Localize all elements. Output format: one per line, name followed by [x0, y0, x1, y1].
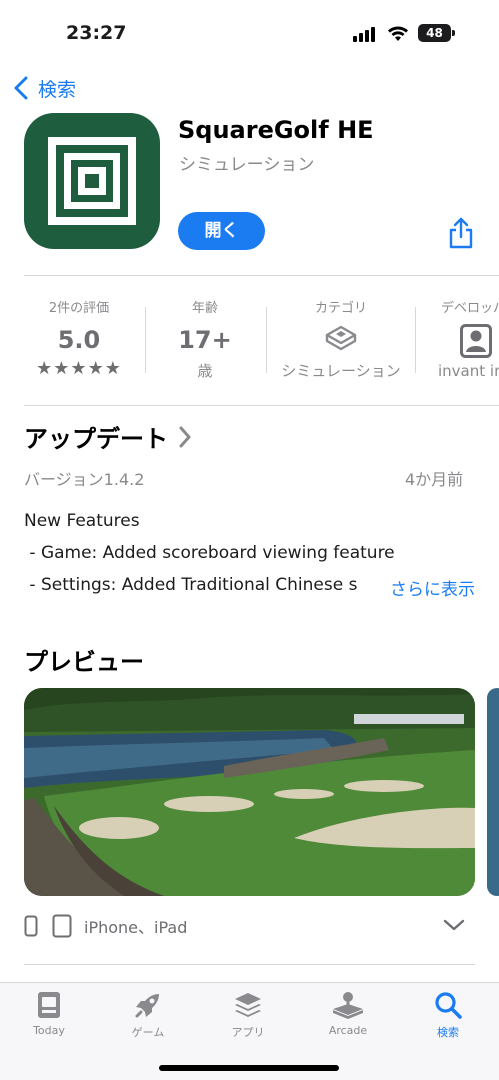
simulation-category-icon — [325, 325, 357, 351]
preview-screenshot-next[interactable] — [487, 688, 499, 896]
tab-label: Today — [33, 1024, 65, 1037]
developer-name: invant inc. — [438, 362, 499, 380]
age-value: 17+ — [178, 326, 232, 354]
ipad-icon — [52, 914, 72, 938]
preview-title: プレビュー — [24, 648, 144, 676]
tab-arcade[interactable]: Arcade — [308, 990, 388, 1037]
battery-tip — [452, 30, 455, 36]
tab-today[interactable]: Today — [9, 990, 89, 1037]
search-icon — [435, 992, 462, 1019]
battery-icon: 48 — [418, 24, 451, 42]
ratings-value: 5.0 — [57, 326, 101, 354]
device-list: iPhone、iPad — [84, 918, 188, 937]
wifi-icon — [388, 26, 408, 41]
tab-games[interactable]: ゲーム — [108, 990, 188, 1040]
joystick-icon — [333, 992, 363, 1019]
column-separator — [145, 307, 146, 373]
divider — [24, 964, 475, 965]
age-info[interactable]: 年齢 17+ 歳 — [155, 297, 255, 381]
preview-screenshot[interactable] — [24, 688, 475, 896]
device-support[interactable]: iPhone、iPad — [24, 912, 187, 940]
person-icon — [460, 324, 492, 358]
tab-label: アプリ — [231, 1026, 265, 1039]
star-rating-icon: ★★★★★ — [36, 358, 122, 379]
age-unit: 歳 — [197, 362, 213, 380]
tab-search[interactable]: 検索 — [408, 990, 488, 1040]
tab-label: ゲーム — [131, 1026, 165, 1039]
chevron-left-icon — [14, 76, 28, 100]
developer-info[interactable]: デベロッパ invant inc. — [424, 297, 499, 380]
rocket-icon — [135, 994, 159, 1018]
ratings-label: 2件の評価 — [48, 301, 110, 316]
share-icon[interactable] — [446, 216, 476, 250]
category-label: カテゴリ — [314, 301, 367, 316]
age-label: 年齢 — [191, 301, 218, 316]
home-indicator — [159, 1065, 339, 1071]
category-value: シミュレーション — [281, 362, 401, 380]
divider — [24, 275, 499, 276]
release-note-line: New Features — [24, 511, 140, 531]
tab-apps[interactable]: アプリ — [208, 990, 288, 1040]
developer-label: デベロッパ — [441, 301, 499, 316]
iphone-icon — [24, 915, 38, 937]
status-time: 23:27 — [66, 22, 127, 44]
back-button[interactable]: 検索 — [14, 74, 76, 102]
version-text: バージョン1.4.2 — [24, 470, 145, 489]
more-link[interactable]: さらに表示 — [384, 575, 475, 600]
update-title: アップデート — [24, 425, 168, 453]
category-info[interactable]: カテゴリ シミュレーション — [272, 297, 410, 381]
release-note-line: - Settings: Added Traditional Chinese s — [24, 575, 358, 595]
app-name: SquareGolf HE — [178, 116, 374, 144]
app-icon — [24, 113, 160, 249]
today-icon — [38, 992, 60, 1018]
ratings-info[interactable]: 2件の評価 5.0 ★★★★★ — [24, 297, 134, 379]
chevron-right-icon — [179, 426, 191, 447]
release-note-line: - Game: Added scoreboard viewing feature — [24, 543, 395, 563]
update-header[interactable]: アップデート — [24, 419, 192, 454]
back-label: 検索 — [38, 78, 77, 101]
layers-icon — [235, 993, 261, 1017]
tab-label: 検索 — [437, 1026, 459, 1039]
column-separator — [415, 307, 416, 373]
app-category: シミュレーション — [179, 155, 315, 175]
update-date: 4か月前 — [405, 470, 464, 489]
chevron-down-icon[interactable] — [443, 918, 465, 932]
divider — [24, 405, 499, 406]
column-separator — [266, 307, 267, 373]
tab-label: Arcade — [328, 1024, 368, 1037]
open-button[interactable]: 開く — [178, 212, 265, 250]
cellular-signal-icon — [353, 27, 379, 42]
